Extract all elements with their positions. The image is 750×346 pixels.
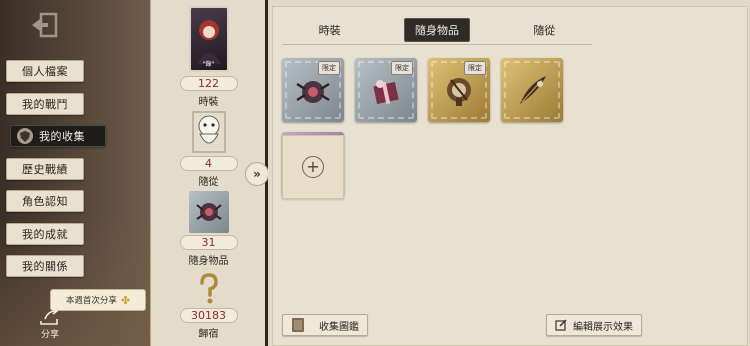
ghost-pet-icon [191,111,226,153]
accessory-count: 31 [179,235,238,250]
category-tabs: 時裝 隨身物品 隨從 [282,15,592,45]
item-stamp[interactable]: 限定 [355,58,417,122]
spider-doll-icon [195,203,222,221]
edit-icon [555,319,567,331]
limited-tag: 限定 [318,61,340,75]
double-chevron-right-icon: » [253,167,261,181]
question-mark-icon [199,273,218,304]
stat-home[interactable]: 30183 歸宿 [151,272,266,340]
item-stamp[interactable]: 限定 [282,58,344,122]
stat-costume[interactable]: "錄" 122 時裝 [151,6,266,108]
plus-icon: + [302,156,324,178]
costume-label: 時裝 [198,97,219,108]
book-icon [292,318,304,332]
item-stamp[interactable]: 限定 [428,58,490,122]
tab-accessory[interactable]: 隨身物品 [403,17,470,42]
sidebar-item-character[interactable]: 角色認知 [6,190,84,212]
portrait-tag: "錄" [202,61,215,68]
home-count: 30183 [179,308,238,323]
costume-portrait: "錄" [188,6,229,72]
share-arrow-icon [40,307,59,325]
character-portrait-icon [196,20,221,64]
sidebar-item-history[interactable]: 歷史戰績 [6,157,84,180]
pet-count: 4 [179,156,238,171]
tab-pet[interactable]: 隨從 [523,19,565,41]
tab-costume[interactable]: 時裝 [309,19,351,41]
collection-catalog-button[interactable]: 收集圖鑑 [282,314,368,336]
item-stamp[interactable] [501,58,563,122]
main-panel: 時裝 隨身物品 隨從 限定 限定 限定 + 收集圖鑑 編輯展示效果 [268,0,750,346]
sidebar-item-achievements[interactable]: 我的成就 [6,222,84,245]
sidebar-menu: 個人檔案 我的戰鬥 我的收集 歷史戰績 角色認知 我的成就 我的關係 [6,60,116,288]
add-item-slot[interactable]: + [282,135,344,199]
stat-accessory[interactable]: 31 隨身物品 [151,191,266,267]
share-label: 分享 [40,330,59,340]
limited-tag: 限定 [464,61,486,75]
exit-door-icon [32,12,58,38]
sidebar-item-battles[interactable]: 我的戰鬥 [6,92,84,115]
shield-icon [17,128,33,144]
share-button[interactable]: 分享 [32,296,68,340]
expand-button[interactable]: » [245,162,269,186]
clover-icon: ✤ [120,293,131,307]
sidebar-item-collection[interactable]: 我的收集 [10,125,106,147]
home-icon-wrap [189,272,229,306]
sidebar-item-relations[interactable]: 我的關係 [6,255,84,277]
sidebar-item-profile[interactable]: 個人檔案 [6,60,84,82]
home-label: 歸宿 [198,329,219,340]
costume-count: 122 [179,76,238,91]
exit-button[interactable] [28,10,62,40]
accessory-label: 隨身物品 [188,256,229,267]
edit-display-button[interactable]: 編輯展示效果 [546,314,642,336]
limited-tag: 限定 [391,61,413,75]
accessory-thumbnail [188,191,229,233]
pet-portrait [189,108,229,154]
